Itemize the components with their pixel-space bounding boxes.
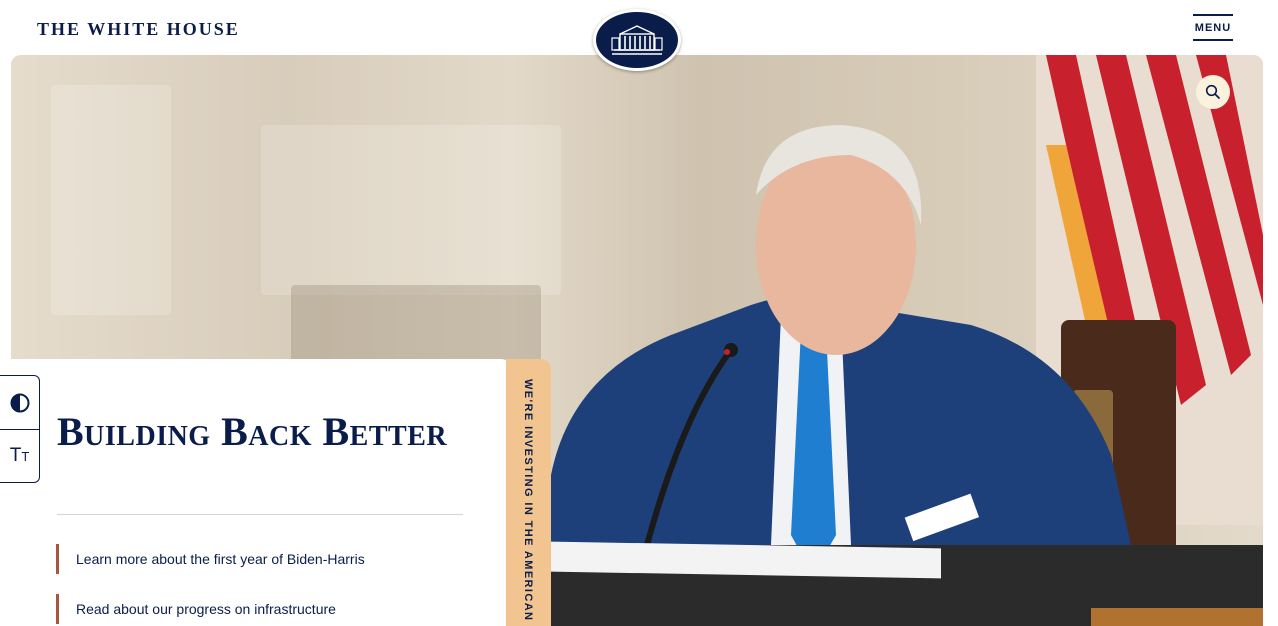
search-icon <box>1205 84 1220 99</box>
vertical-ribbon: WE'RE INVESTING IN THE AMERICAN PE <box>506 359 551 626</box>
contrast-toggle-button[interactable] <box>0 376 39 429</box>
contrast-icon <box>10 393 29 412</box>
ribbon-text: WE'RE INVESTING IN THE AMERICAN PE <box>522 379 534 626</box>
text-size-icon: TT <box>9 445 30 466</box>
hero-card: Building Back Better Learn more about th… <box>11 359 511 626</box>
wall-panel <box>51 85 171 315</box>
first-year-link[interactable]: Learn more about the first year of Biden… <box>56 544 365 574</box>
table-edge <box>1091 608 1263 626</box>
white-house-seal-icon[interactable] <box>593 9 681 71</box>
wall-panel <box>261 125 561 295</box>
hero-headline: Building Back Better <box>57 409 448 454</box>
infrastructure-progress-link[interactable]: Read about our progress on infrastructur… <box>56 594 336 624</box>
search-button[interactable] <box>1196 75 1230 109</box>
site-title-link[interactable]: THE WHITE HOUSE <box>37 19 240 40</box>
accessibility-toolbar: TT <box>0 375 40 483</box>
menu-button[interactable]: MENU <box>1193 14 1233 41</box>
text-size-button[interactable]: TT <box>0 429 39 482</box>
card-divider <box>57 514 463 515</box>
